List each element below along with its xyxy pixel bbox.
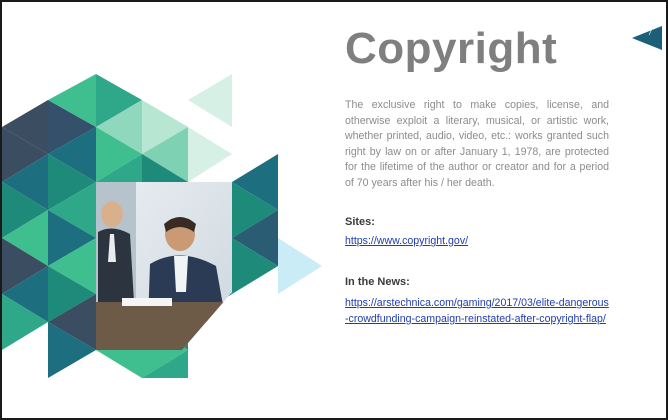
geometric-triangle-art [2, 74, 322, 378]
sites-link[interactable]: https://www.copyright.gov/ [345, 233, 611, 249]
sites-label: Sites: [345, 216, 375, 228]
page-number-badge-icon [632, 26, 662, 50]
news-link[interactable]: https://arstechnica.com/gaming/2017/03/e… [345, 295, 611, 327]
news-label: In the News: [345, 276, 410, 288]
slide-title: Copyright [345, 24, 558, 73]
copyright-definition: The exclusive right to make copies, lice… [345, 99, 609, 189]
page-number: 7 [648, 30, 652, 37]
slide: 7 Copyright The exclusive right to make … [0, 0, 668, 420]
business-meeting-photo-icon [96, 182, 232, 350]
